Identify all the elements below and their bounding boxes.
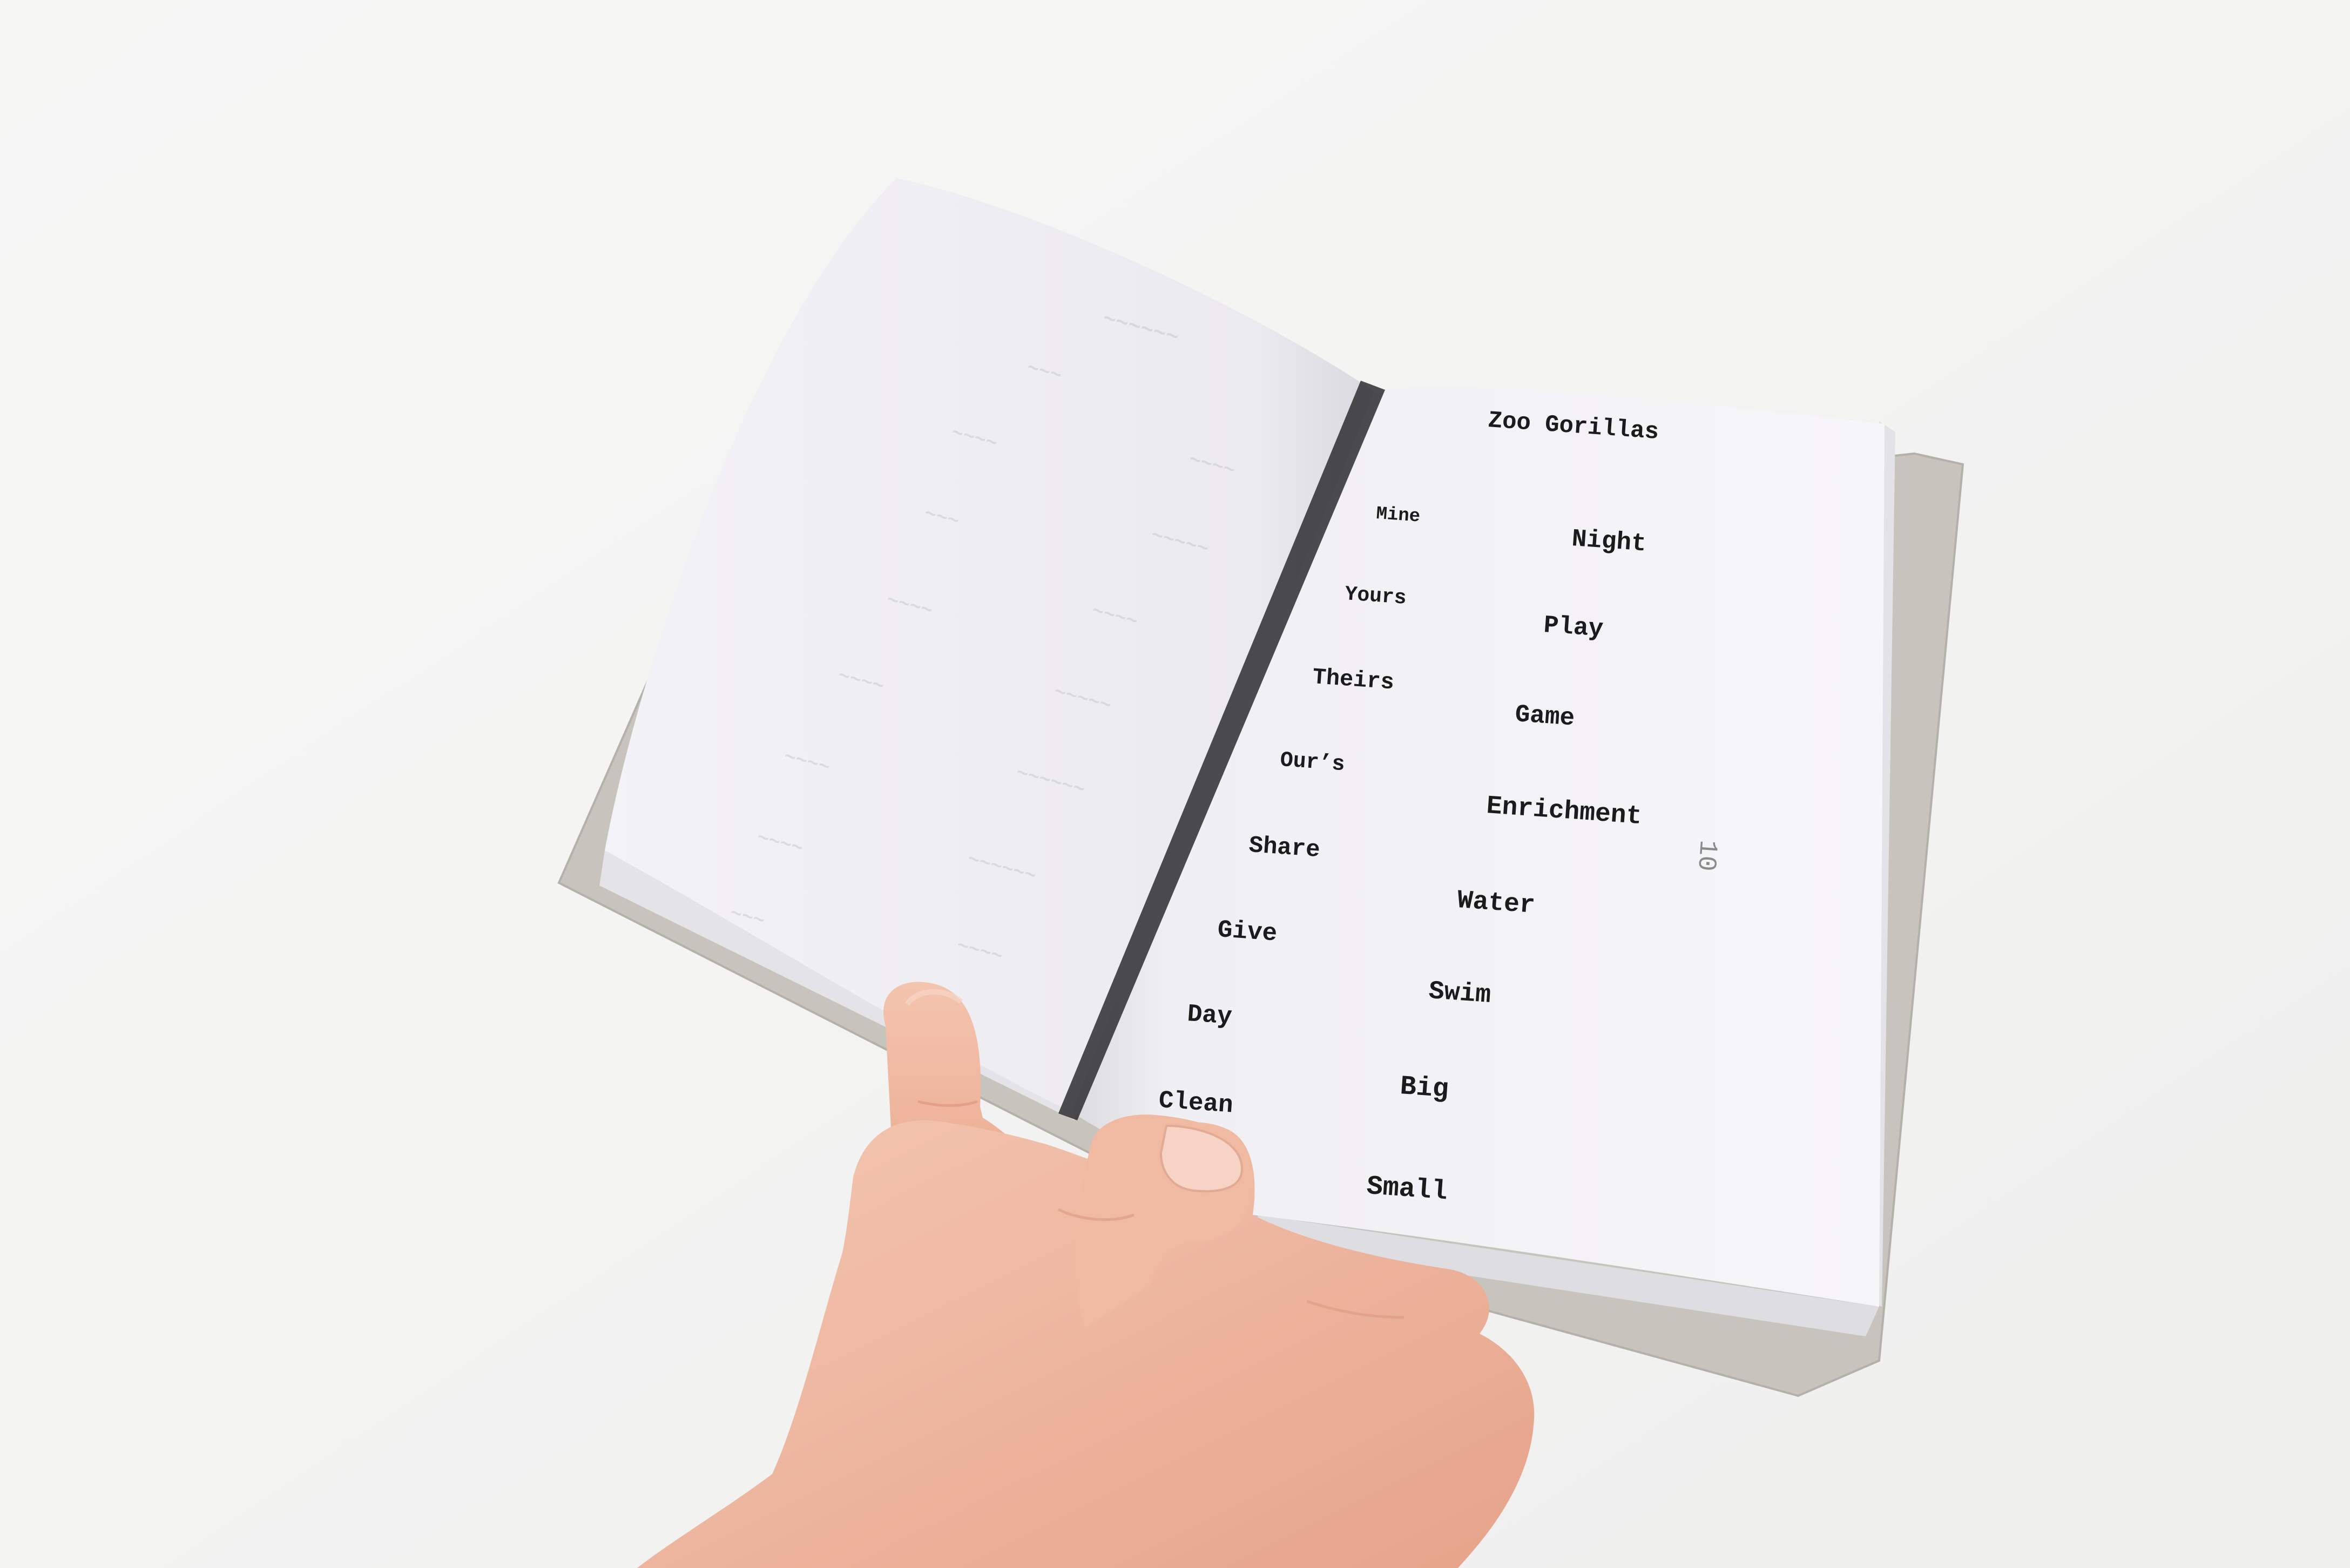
word-game: Game [1514, 700, 1576, 733]
word-big: Big [1399, 1071, 1450, 1105]
word-swim: Swim [1428, 977, 1492, 1010]
word-share: Share [1248, 832, 1321, 864]
word-day: Day [1186, 1000, 1233, 1031]
word-play: Play [1543, 611, 1604, 644]
word-yours: Yours [1344, 583, 1407, 610]
word-give: Give [1217, 916, 1278, 948]
word-water: Water [1456, 886, 1536, 921]
word-clean: Clean [1158, 1086, 1234, 1120]
photo-scene: ~~~~~~ ~~~ ~~~~ ~~~~ ~~~~~ ~~~ ~~~~ ~~~~… [0, 0, 2350, 1568]
word-mine: Mine [1375, 504, 1421, 528]
word-small: Small [1366, 1171, 1449, 1207]
booklet-photo: ~~~~~~ ~~~ ~~~~ ~~~~ ~~~~~ ~~~ ~~~~ ~~~~… [0, 0, 2350, 1568]
word-night: Night [1571, 525, 1647, 558]
page-number: 10 [1691, 839, 1722, 872]
word-ours: Our’s [1279, 748, 1346, 777]
